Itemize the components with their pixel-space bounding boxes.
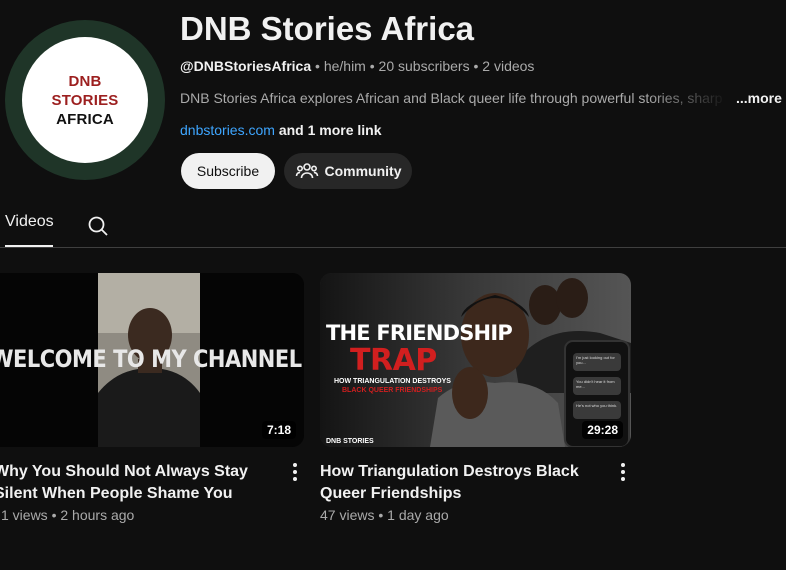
video-views: 47 views (320, 507, 375, 523)
video-title[interactable]: How Triangulation Destroys Black Queer F… (320, 461, 590, 505)
video-meta: 1 views • 2 hours ago (1, 507, 134, 523)
subscribe-label: Subscribe (196, 163, 260, 179)
tab-videos[interactable]: Videos (5, 213, 54, 231)
community-icon (295, 163, 318, 179)
search-icon (88, 216, 108, 236)
more-vert-icon (293, 463, 297, 481)
meta-separator: • (374, 507, 388, 523)
meta-separator: • (47, 507, 61, 523)
subscriber-count: 20 subscribers (378, 58, 470, 74)
channel-description[interactable]: DNB Stories Africa explores African and … (180, 90, 728, 106)
video-menu-button[interactable] (287, 462, 303, 482)
video-views: 1 views (1, 507, 48, 523)
subscribe-button[interactable]: Subscribe (181, 153, 275, 189)
channel-website-link[interactable]: dnbstories.com (180, 122, 275, 138)
phone-message-1: I'm just looking out for you... (576, 355, 615, 365)
phone-message-3: He's not who you think. (576, 403, 618, 408)
avatar-logo-line-1: DNB (68, 72, 102, 90)
tabs-divider (0, 247, 786, 248)
channel-handle: @DNBStoriesAfrica (180, 58, 312, 74)
thumbnail-heading-2: TRAP (350, 343, 437, 378)
thumbnail-heading-1: THE FRIENDSHIP (326, 321, 513, 345)
video-duration: 7:18 (261, 421, 296, 439)
channel-links: dnbstories.com and 1 more link (180, 122, 382, 138)
video-thumbnail[interactable]: WELCOME TO MY CHANNEL 7:18 (0, 273, 304, 447)
meta-separator: • (365, 58, 379, 74)
channel-meta: @DNBStoriesAfrica • he/him • 20 subscrib… (180, 58, 534, 74)
channel-name: DNB Stories Africa (180, 10, 475, 47)
phone-message-2: You didn't hear it from me... (576, 379, 615, 389)
thumbnail-brand: DNB STORIES (326, 438, 374, 445)
video-meta: 47 views • 1 day ago (320, 507, 449, 523)
description-more-link[interactable]: ...more (736, 90, 782, 106)
thumbnail-text: WELCOME TO MY CHANNEL (0, 345, 302, 373)
meta-separator: • (469, 58, 483, 74)
meta-separator: • (311, 58, 324, 74)
video-age: 2 hours ago (60, 507, 135, 523)
avatar-logo-line-3: AFRICA (56, 110, 114, 128)
channel-pronouns: he/him (323, 58, 366, 74)
community-label: Community (324, 163, 402, 179)
thumbnail-sub-1: HOW TRIANGULATION DESTROYS (334, 378, 451, 385)
video-thumbnail[interactable]: THE FRIENDSHIP TRAP HOW TRIANGULATION DE… (320, 273, 631, 447)
avatar-logo-line-2: STORIES (51, 91, 119, 109)
thumbnail-sub-2: BLACK QUEER FRIENDSHIPS (342, 387, 443, 394)
video-title[interactable]: Why You Should Not Always Stay Silent Wh… (0, 461, 284, 505)
channel-avatar-logo: DNB STORIES AFRICA (22, 37, 148, 163)
community-button[interactable]: Community (284, 153, 412, 189)
channel-search-button[interactable] (86, 214, 110, 238)
video-menu-button[interactable] (615, 462, 631, 482)
more-vert-icon (621, 463, 625, 481)
more-links-link[interactable]: and 1 more link (275, 122, 382, 138)
video-age: 1 day ago (387, 507, 449, 523)
video-count: 2 videos (482, 58, 535, 74)
video-duration: 29:28 (582, 421, 623, 439)
